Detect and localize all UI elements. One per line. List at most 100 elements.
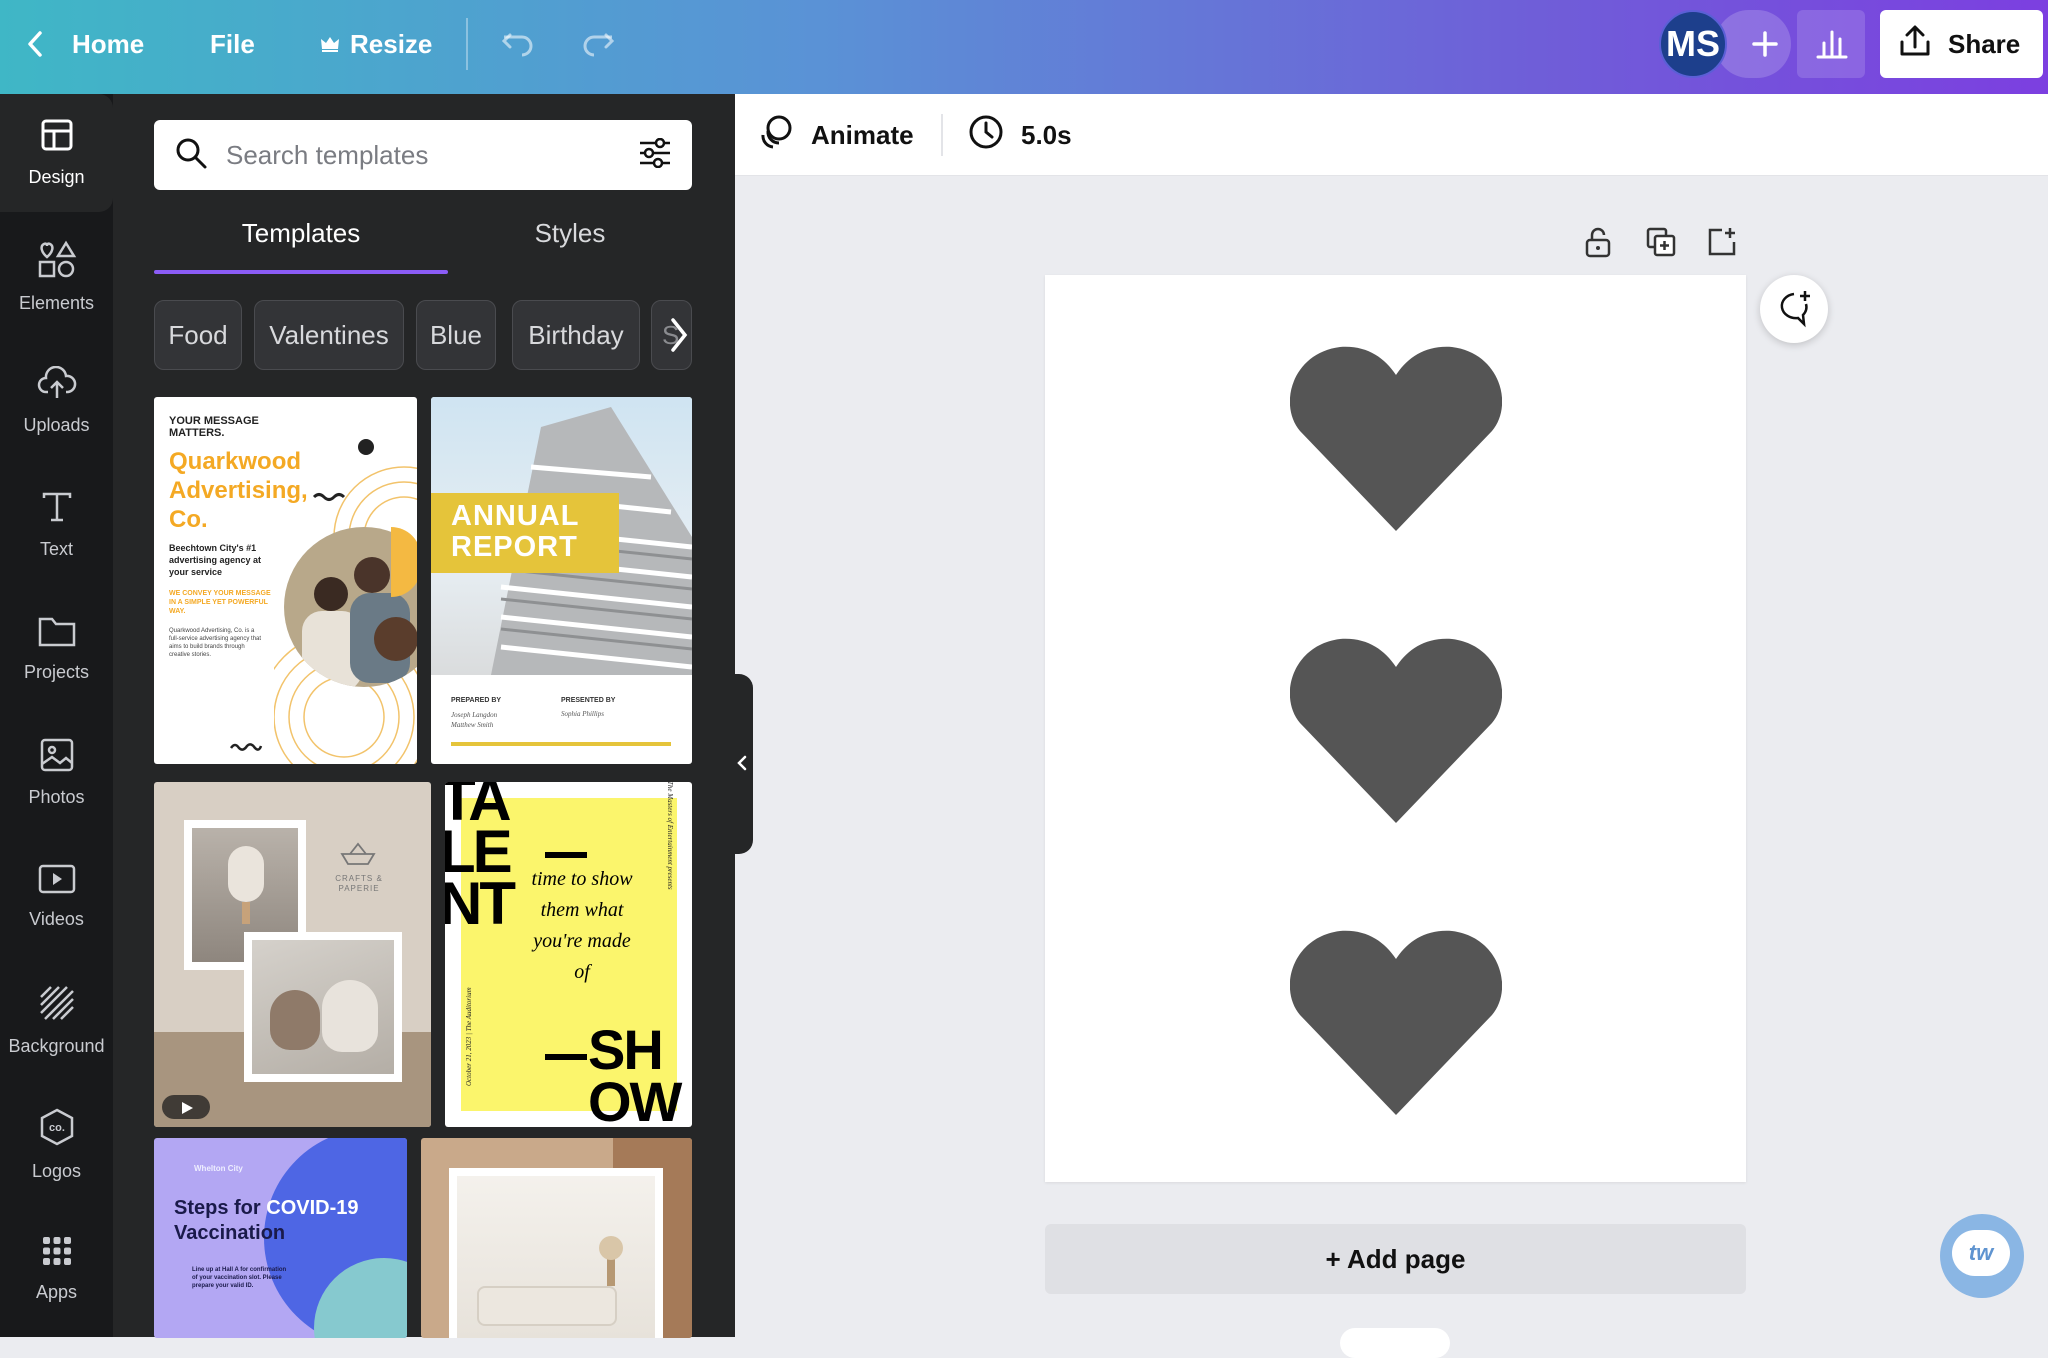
template-card-covid[interactable]: Whelton City Steps for COVID-19 Vaccinati… [154,1138,407,1338]
top-bar: Home File Resize MS Share [0,0,2048,94]
text-icon [40,490,74,529]
nav-label: Background [8,1036,105,1056]
undo-button[interactable] [500,0,536,88]
nav-label: Videos [29,909,84,929]
nav-label: Projects [23,662,90,682]
accent-shape [391,527,417,597]
active-tab-indicator [154,270,448,274]
file-menu-button[interactable]: File [210,0,255,88]
dash [545,1054,587,1060]
collapse-panel-handle[interactable] [733,674,753,854]
nav-item-videos[interactable]: Videos [0,838,113,956]
folder-icon [38,615,76,652]
canvas-toolbar: Animate 5.0s [735,94,2048,176]
chip-label: Birthday [528,319,624,350]
template-text: YOUR MESSAGE MATTERS. [169,415,259,439]
nav-item-logos[interactable]: co. Logos [0,1086,113,1204]
template-text: PREPARED BY [451,697,502,704]
filter-icon[interactable] [638,137,672,173]
chevron-left-icon [736,754,748,777]
search-icon [174,136,208,175]
upload-icon [1898,24,1932,65]
nav-item-apps[interactable]: Apps [0,1210,113,1328]
chip-blue[interactable]: Blue [416,300,496,370]
template-text: Beechtown City's #1 advertising agency a… [169,543,262,577]
plus-icon [1749,28,1781,65]
resize-label: Resize [350,28,433,59]
title-part: Vaccination [174,1222,286,1244]
tab-templates[interactable]: Templates [154,218,448,268]
template-text: Quarkwood Advertising, Co. is a full-ser… [169,628,262,658]
template-title: TA LE NT [445,782,516,937]
title-part: Steps for [174,1197,267,1219]
help-chat-button[interactable]: tw [1940,1214,2024,1298]
chip-food[interactable]: Food [154,300,242,370]
nav-label: Uploads [23,415,90,435]
add-page-icon-button[interactable] [1706,226,1738,263]
home-button[interactable]: Home [22,0,144,88]
chevron-right-icon[interactable] [669,316,691,359]
tab-label: Templates [241,218,361,248]
lock-page-button[interactable] [1583,226,1613,263]
resize-button[interactable]: Resize [320,0,432,88]
clock-icon [967,113,1005,158]
svg-text:co.: co. [49,1122,65,1134]
animate-icon [757,113,795,158]
video-badge [162,1095,210,1119]
template-card-crafts[interactable]: CRAFTS & PAPERIE [154,782,431,1127]
template-text: WE CONVEY YOUR MESSAGE IN A SIMPLE YET P… [169,590,271,615]
insights-button[interactable] [1797,10,1865,78]
add-comment-button[interactable] [1760,275,1828,343]
page-indicator[interactable] [1340,1328,1450,1358]
dash [545,852,587,858]
add-page-icon [1706,228,1738,262]
chip-label: Valentines [269,319,389,350]
duration-button[interactable]: 5.0s [967,110,1072,160]
redo-icon [580,29,616,59]
photo-frame [449,1168,663,1338]
nav-label: Elements [18,293,95,313]
nav-item-text[interactable]: Text [0,466,113,584]
share-button[interactable]: Share [1880,10,2043,78]
template-text: Whelton City [194,1164,243,1173]
nav-item-photos[interactable]: Photos [0,714,113,832]
nav-label: Apps [35,1282,78,1302]
logo-icon: co. [38,1108,76,1151]
nav-item-design[interactable]: Design [0,94,113,212]
crown-icon [320,35,340,53]
nav-item-uploads[interactable]: Uploads [0,342,113,460]
chip-valentines[interactable]: Valentines [254,300,404,370]
nav-item-projects[interactable]: Projects [0,590,113,708]
chip-birthday[interactable]: Birthday [512,300,640,370]
template-card-quarkwood[interactable]: YOUR MESSAGE MATTERS. Quarkwood Advertis… [154,397,417,764]
nav-item-elements[interactable]: Elements [0,218,113,336]
search-input[interactable]: Search templates [154,120,692,190]
unlock-icon [1583,227,1613,262]
heart-shape[interactable] [1290,929,1502,1115]
heart-shape[interactable] [1290,345,1502,531]
zigzag-decoration [229,743,263,751]
tab-styles[interactable]: Styles [448,218,692,268]
template-card-interior[interactable] [421,1138,692,1338]
add-page-button[interactable]: + Add page [1045,1224,1746,1294]
animate-button[interactable]: Animate [757,110,914,160]
image-icon [40,738,74,777]
apps-grid-icon [41,1235,73,1272]
template-text: October 21, 2023 | The Auditorium [465,987,473,1086]
design-page[interactable] [1045,275,1746,1182]
left-nav: Design Elements Uploads Text Projects Ph… [0,94,113,1337]
template-title: Steps for COVID-19 Vaccination [174,1196,394,1246]
template-text: Joseph Langdon Matthew Smith [451,711,498,729]
nav-item-background[interactable]: Background [0,962,113,1080]
avatar[interactable]: MS [1659,10,1727,78]
templates-panel: Search templates Templates Styles Food V… [113,94,753,1338]
template-card-annual-report[interactable]: ANNUAL REPORT PREPARED BY Joseph Langdon… [431,397,692,764]
template-text: PRESENTED BY [561,697,616,704]
duplicate-page-button[interactable] [1645,226,1677,263]
redo-button[interactable] [580,0,616,88]
cloud-upload-icon [37,365,77,405]
shapes-icon [37,240,77,283]
nav-label: Logos [31,1161,82,1181]
heart-shape[interactable] [1290,637,1502,823]
template-card-talent[interactable]: TA LE NT time to show them what you're m… [445,782,692,1127]
